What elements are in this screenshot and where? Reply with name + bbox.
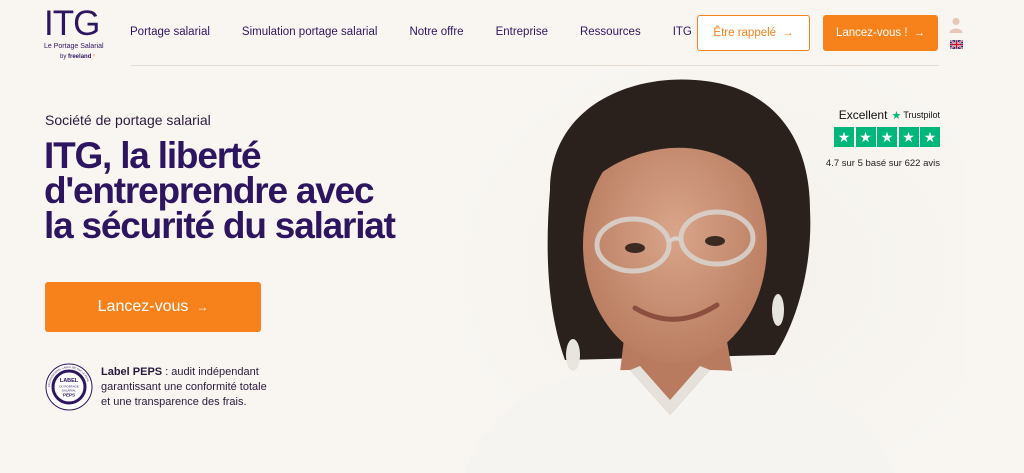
- nav-item-portage-salarial[interactable]: Portage salarial: [130, 26, 210, 40]
- trustpilot-stars: ★ ★ ★ ★ ★: [818, 127, 940, 147]
- nav-item-ressources[interactable]: Ressources: [580, 26, 641, 40]
- logo-mark: ITG: [44, 4, 100, 43]
- peps-label-badge-icon: LABEL DU PORTAGE SALARIAL PEPS PROFESSIO…: [45, 363, 93, 411]
- hero-headline-line: ITG, la liberté: [44, 135, 262, 176]
- nav-item-entreprise[interactable]: Entreprise: [496, 26, 548, 40]
- trustpilot-star-icon: ★: [834, 127, 854, 147]
- trustpilot-brand-label: Trustpilot: [903, 110, 940, 120]
- freeland-bird-icon: ᵛ: [93, 54, 95, 60]
- nav-item-notre-offre[interactable]: Notre offre: [409, 26, 463, 40]
- nav-item-itg[interactable]: ITG: [673, 26, 692, 40]
- trustpilot-star-icon: ★: [855, 127, 876, 147]
- peps-badge-line: LABEL: [60, 378, 79, 384]
- logo-by-freeland: by freeland ᵛ: [60, 54, 114, 60]
- header-divider: [131, 65, 939, 66]
- start-button-header[interactable]: Lancez-vous ! →: [823, 15, 938, 51]
- trustpilot-star-icon: ★: [920, 127, 940, 147]
- arrow-right-icon: →: [913, 27, 926, 39]
- itg-logo[interactable]: ITG Le Portage Salarial by freeland ᵛ: [44, 4, 114, 61]
- arrow-right-icon: →: [196, 300, 209, 314]
- callback-button[interactable]: Être rappelé →: [697, 15, 810, 51]
- trustpilot-score: 4.7 sur 5 basé sur 622 avis: [825, 158, 940, 169]
- start-button-hero[interactable]: Lancez-vous →: [45, 282, 261, 332]
- logo-tagline: Le Portage Salarial: [44, 43, 104, 50]
- trustpilot-star-icon: ★: [898, 127, 919, 147]
- trustpilot-widget[interactable]: Excellent ★ Trustpilot ★ ★ ★ ★ ★ 4.7 sur…: [818, 108, 940, 169]
- main-nav: Portage salarial Simulation portage sala…: [130, 26, 692, 40]
- trustpilot-star-icon: ★: [877, 127, 897, 147]
- peps-description: Label PEPS : audit indépendant garantiss…: [101, 365, 276, 410]
- uk-flag-icon[interactable]: [950, 40, 963, 49]
- peps-title: Label PEPS: [101, 366, 163, 378]
- site-header: ITG Le Portage Salarial by freeland ᵛ Po…: [0, 0, 1024, 66]
- trustpilot-rating-word: Excellent: [838, 108, 888, 122]
- arrow-right-icon: →: [782, 27, 794, 39]
- start-button-hero-label: Lancez-vous: [97, 298, 189, 315]
- trustpilot-header: Excellent ★ Trustpilot: [818, 108, 940, 122]
- start-button-header-label: Lancez-vous !: [835, 27, 908, 39]
- logo-by-name: freeland: [68, 54, 92, 60]
- nav-item-simulation[interactable]: Simulation portage salarial: [242, 26, 378, 40]
- hero-headline-line: la sécurité du salariat: [44, 205, 396, 246]
- trustpilot-star-icon: ★: [891, 109, 902, 122]
- trustpilot-brand: ★ Trustpilot: [891, 109, 940, 122]
- logo-by-prefix: by: [60, 54, 67, 60]
- hero-headline-line: d'entreprendre avec: [44, 170, 375, 211]
- hero-eyebrow: Société de portage salarial: [45, 112, 211, 128]
- hero-headline: ITG, la liberté d'entreprendre avec la s…: [44, 135, 504, 246]
- callback-button-label: Être rappelé: [713, 27, 777, 39]
- peps-badge-line: PEPS: [63, 393, 75, 398]
- user-icon[interactable]: [949, 17, 963, 33]
